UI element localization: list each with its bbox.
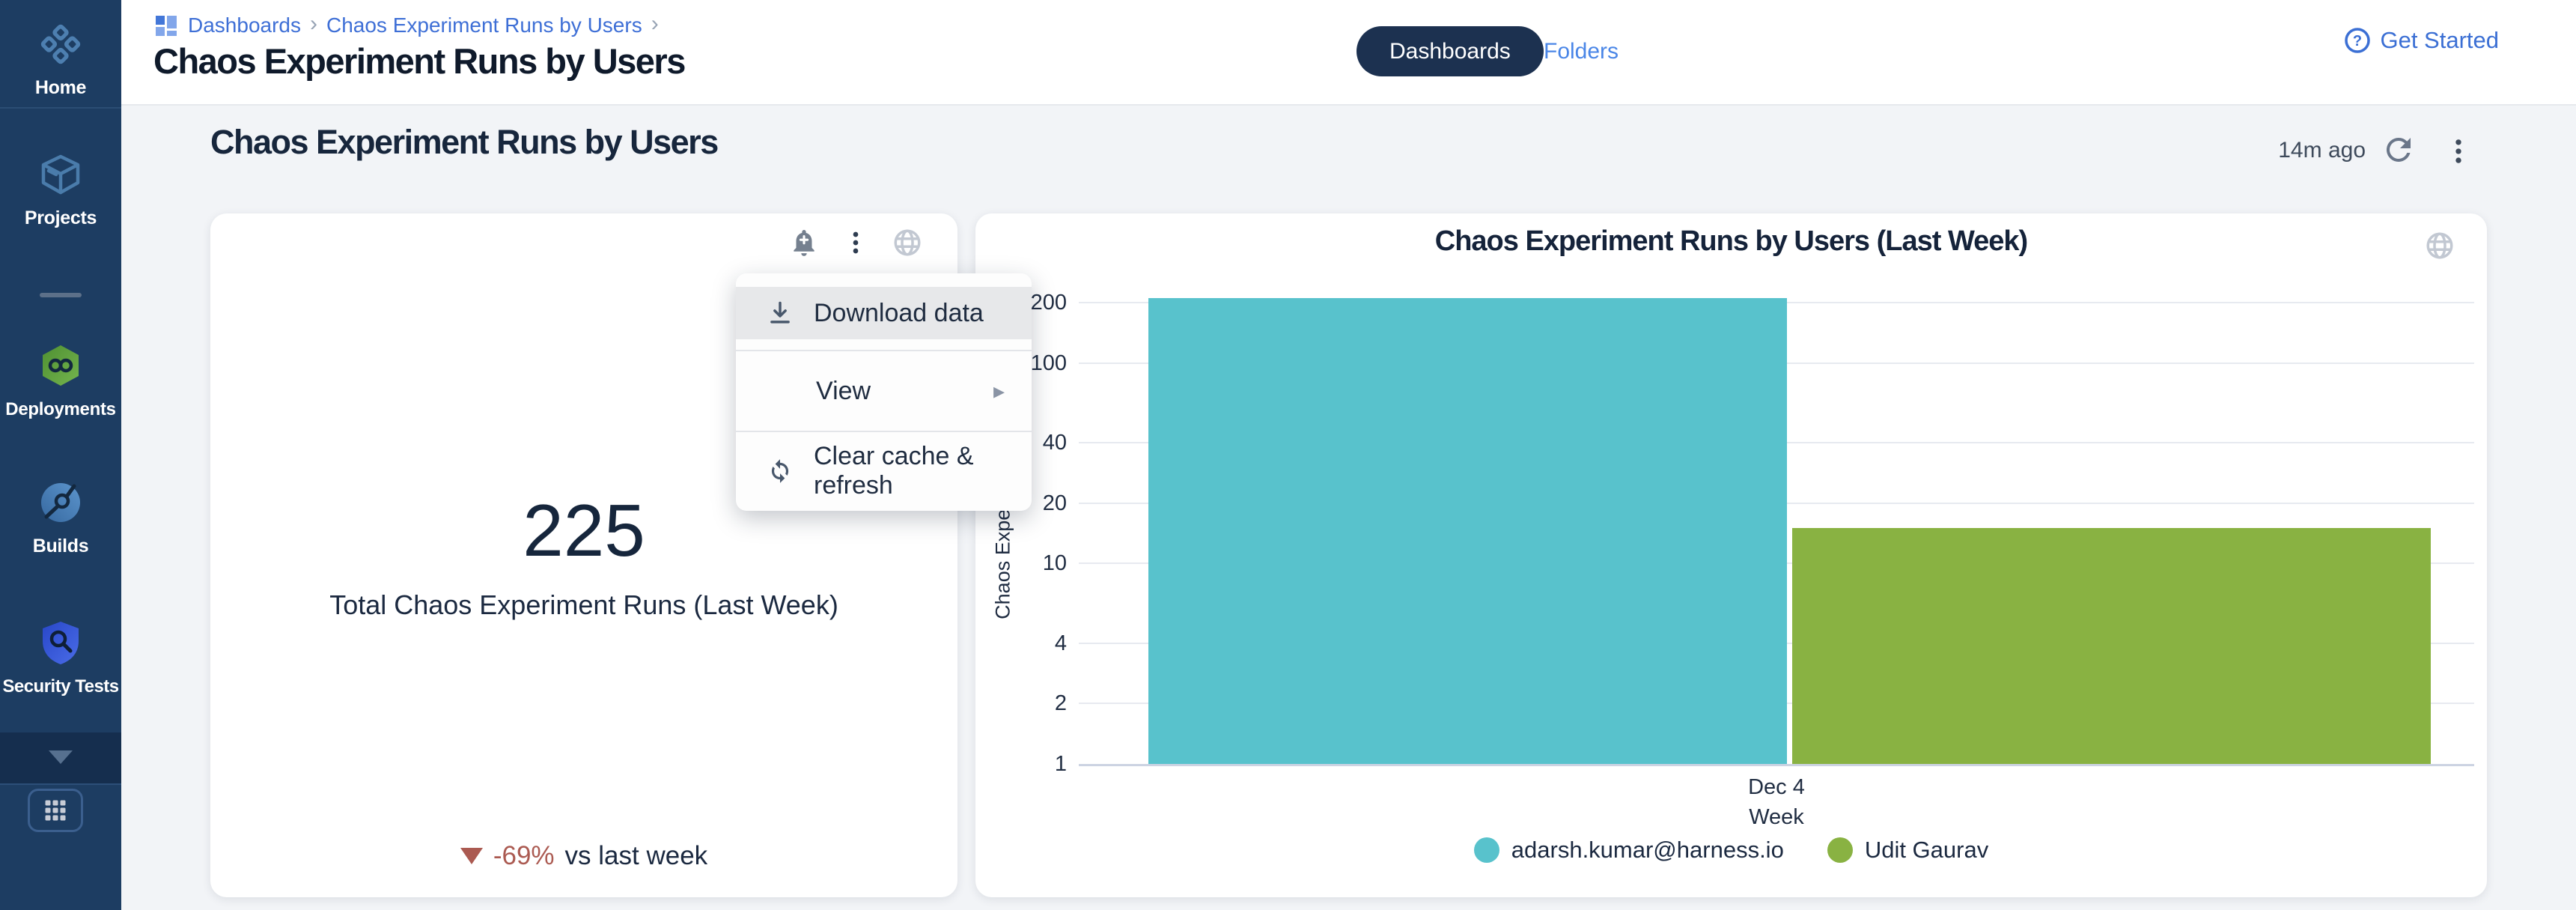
modules-grid-icon [46,801,66,821]
download-icon [766,299,794,327]
chart-legend: adarsh.kumar@harness.io Udit Gaurav [975,837,2487,864]
svg-text:?: ? [2353,33,2362,49]
chart-title: Chaos Experiment Runs by Users (Last Wee… [975,225,2487,258]
top-header: Dashboards › Chaos Experiment Runs by Us… [121,0,2576,106]
y-tick-label: 4 [975,631,1067,656]
dashboards-grid-icon [153,13,179,38]
delta-down-icon [460,848,483,864]
sidebar-item-projects[interactable]: Projects [0,153,121,229]
chart-tile: Chaos Experiment Runs by Users (Last Wee… [975,213,2487,897]
delta-note: vs last week [565,841,708,871]
builds-icon [39,481,82,528]
sidebar-label-home: Home [0,77,121,99]
sidebar-item-builds[interactable]: Builds [0,481,121,557]
stat-delta-row: -69% vs last week [210,841,957,871]
help-question-icon: ? [2344,27,2371,54]
legend-label: adarsh.kumar@harness.io [1511,837,1784,864]
menu-item-view[interactable]: View ▸ [736,351,1032,431]
legend-dot-icon [1474,837,1499,863]
legend-item[interactable]: Udit Gaurav [1827,837,1988,864]
y-tick-label: 10 [975,551,1067,576]
sidebar-divider [0,107,121,109]
app-root: Home Projects [0,0,2576,910]
timezone-globe-icon[interactable] [892,227,923,258]
menu-item-label: Download data [814,299,984,328]
legend-item[interactable]: adarsh.kumar@harness.io [1474,837,1784,864]
sidebar-label-deployments: Deployments [0,399,121,420]
breadcrumb-link-dashboards[interactable]: Dashboards [188,13,301,37]
tile-actions [788,227,923,258]
sidebar-label-projects: Projects [0,207,121,229]
menu-item-label: View [816,377,871,406]
legend-label: Udit Gaurav [1865,837,1988,864]
tab-dashboards[interactable]: Dashboards [1356,26,1544,76]
x-axis-tick-label: Dec 4 [1079,775,2474,800]
home-icon [39,22,82,70]
plot-area [1079,303,2474,766]
projects-icon [40,153,82,200]
submenu-arrow-icon: ▸ [993,378,1005,404]
menu-item-download-data[interactable]: Download data [736,287,1032,339]
sidebar-collapse-section[interactable] [0,732,121,785]
tab-folders[interactable]: Folders [1544,26,1619,76]
security-tests-icon [39,620,82,669]
x-axis-title: Week [1079,805,2474,830]
alert-bell-icon[interactable] [788,227,820,258]
sidebar-item-home[interactable]: Home [0,22,121,99]
refresh-button[interactable] [2381,132,2417,172]
dashboard-kebab-menu-button[interactable] [2442,135,2475,172]
breadcrumb-separator-icon: › [651,11,659,37]
stat-label: Total Chaos Experiment Runs (Last Week) [210,589,957,621]
y-tick-label: 1 [975,752,1067,777]
menu-item-clear-cache-refresh[interactable]: Clear cache & refresh [736,431,1032,511]
breadcrumb: Dashboards › Chaos Experiment Runs by Us… [153,13,659,38]
chevron-down-icon [49,750,73,764]
breadcrumb-link-current[interactable]: Chaos Experiment Runs by Users [326,13,642,37]
menu-item-label: Clear cache & refresh [814,442,1032,500]
y-tick-label: 2 [975,691,1067,716]
get-started-link[interactable]: ? Get Started [2344,27,2499,54]
legend-dot-icon [1827,837,1853,863]
timezone-globe-icon[interactable] [2424,230,2455,265]
sidebar-item-security-tests[interactable]: Security Tests [0,620,121,697]
sidebar-label-builds: Builds [0,536,121,557]
dashboard-title: Chaos Experiment Runs by Users [210,123,718,162]
bar-series-1[interactable] [1148,298,1787,764]
breadcrumb-separator-icon: › [310,11,317,37]
sidebar-label-security-tests: Security Tests [0,676,121,697]
delta-value: -69% [493,841,555,871]
sidebar-item-deployments[interactable]: Deployments [0,343,121,420]
deployments-icon [38,343,83,392]
bar-series-2[interactable] [1792,528,2431,764]
get-started-label: Get Started [2380,27,2499,54]
tile-context-menu: Download data View ▸ Clear cache & refre… [736,273,1032,511]
sidebar-section-divider [40,293,82,297]
module-picker-button[interactable] [28,789,83,832]
sidebar: Home Projects [0,0,121,910]
last-updated-timestamp: 14m ago [2246,138,2366,163]
page-title: Chaos Experiment Runs by Users [153,40,685,82]
tile-kebab-menu-button[interactable] [841,228,871,258]
clear-cache-refresh-icon [766,457,794,485]
